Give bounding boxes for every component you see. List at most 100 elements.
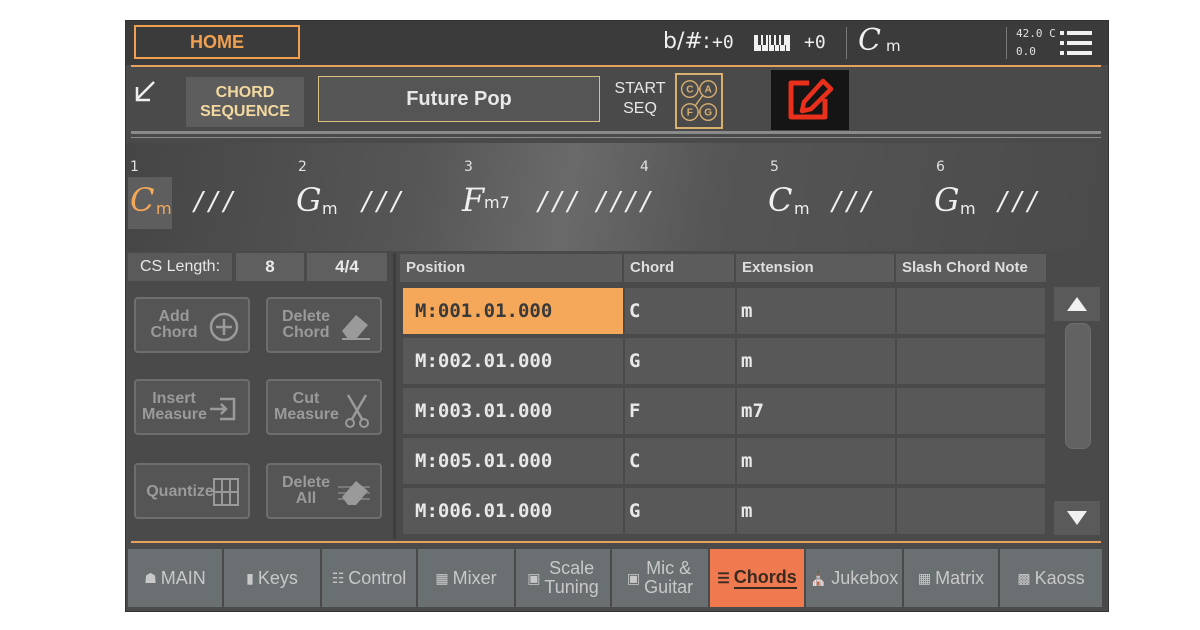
eraser-all-icon <box>338 481 370 505</box>
cell-extension[interactable]: m <box>736 287 896 335</box>
page-title-line1: CHORD <box>215 84 275 101</box>
tab-label: Jukebox <box>831 567 899 588</box>
insert-icon <box>210 397 236 421</box>
cell-chord[interactable]: C <box>624 287 736 335</box>
tab-scale-tuning[interactable]: ▣ Scale Tuning <box>516 549 612 607</box>
measure-number: 5 <box>770 159 779 175</box>
transpose-label: b/#: <box>663 29 711 54</box>
cell-position[interactable]: M:006.01.000 <box>402 487 624 535</box>
cell-chord[interactable]: G <box>624 337 736 385</box>
cut-measure-button[interactable]: Cut Measure <box>266 379 382 435</box>
strip-chord-root[interactable]: G <box>934 181 960 219</box>
strip-beat-slashes: /// <box>362 187 407 217</box>
tab-label: Mic & Guitar <box>644 559 693 597</box>
scissors-icon <box>345 394 369 428</box>
chords-icon: ☰ <box>717 569 730 586</box>
measure-number: 4 <box>640 159 649 175</box>
table-row[interactable]: M:001.01.000 C m <box>402 287 1046 335</box>
plus-circle-icon <box>209 312 239 342</box>
home-button[interactable]: HOME <box>134 25 300 59</box>
cell-extension[interactable]: m7 <box>736 387 896 435</box>
cell-position[interactable]: M:002.01.000 <box>402 337 624 385</box>
start-seq-button[interactable]: C A F G <box>675 73 723 129</box>
cell-position[interactable]: M:001.01.000 <box>402 287 624 335</box>
button-label: Chord <box>282 324 330 341</box>
tab-mic-guitar[interactable]: ▣ Mic & Guitar <box>612 549 710 607</box>
quantize-button[interactable]: Quantize <box>134 463 250 519</box>
tab-kaoss[interactable]: ▩ Kaoss <box>1000 549 1104 607</box>
cs-length-value[interactable]: 8 <box>236 253 304 281</box>
cell-slash-note[interactable] <box>896 387 1046 435</box>
header-divider <box>1006 27 1007 59</box>
edit-icon <box>788 78 834 120</box>
divider <box>131 137 1101 138</box>
table-row[interactable]: M:005.01.000 C m <box>402 437 1046 485</box>
strip-chord-root[interactable]: C <box>130 181 154 219</box>
meter-value[interactable]: 4/4 <box>307 253 387 281</box>
scroll-up-button[interactable] <box>1054 287 1100 321</box>
screen: HOME b/#: +0 +0 C m 42.0 C 0.0 CHORD SEQU… <box>125 20 1109 612</box>
tab-chords[interactable]: ☰ Chords <box>710 549 806 607</box>
grid-icon <box>213 478 239 506</box>
house-icon: ☗ <box>144 569 157 586</box>
triangle-down-icon <box>1067 511 1087 525</box>
start-seq-line2: SEQ <box>623 100 657 117</box>
cell-extension[interactable]: m <box>736 337 896 385</box>
tab-label-line2: Guitar <box>644 577 694 597</box>
strip-chord-root[interactable]: F <box>462 181 484 219</box>
cell-slash-note[interactable] <box>896 287 1046 335</box>
tab-label: Scale Tuning <box>544 559 598 597</box>
column-header-slash-chord-note[interactable]: Slash Chord Note <box>896 254 1046 282</box>
scroll-down-button[interactable] <box>1054 501 1100 535</box>
table-row[interactable]: M:006.01.000 G m <box>402 487 1046 535</box>
jukebox-icon: ⛪ <box>809 569 828 586</box>
sequence-name-field[interactable]: Future Pop <box>318 76 600 122</box>
back-arrow-icon[interactable] <box>132 79 158 105</box>
cell-chord[interactable]: G <box>624 487 736 535</box>
strip-chord-ext: m7 <box>484 193 510 212</box>
strip-chord-ext: m <box>794 199 810 218</box>
insert-measure-button[interactable]: Insert Measure <box>134 379 250 435</box>
measure-number: 3 <box>464 159 473 175</box>
measure-number: 6 <box>936 159 945 175</box>
seq-icon-letter-g: G <box>704 108 712 119</box>
tab-label: Kaoss <box>1034 567 1085 588</box>
cell-position[interactable]: M:003.01.000 <box>402 387 624 435</box>
scrollbar-thumb[interactable] <box>1065 323 1091 449</box>
delete-all-button[interactable]: Delete All <box>266 463 382 519</box>
tab-jukebox[interactable]: ⛪ Jukebox <box>806 549 904 607</box>
panel-divider <box>393 253 396 539</box>
cell-extension[interactable]: m <box>736 437 896 485</box>
footer-accent-line <box>131 541 1101 543</box>
tab-mixer[interactable]: ▦ Mixer <box>418 549 516 607</box>
strip-chord-root[interactable]: C <box>768 181 792 219</box>
cell-slash-note[interactable] <box>896 437 1046 485</box>
eraser-icon <box>342 315 370 340</box>
tab-control[interactable]: ☷ Control <box>322 549 418 607</box>
tab-label: Matrix <box>935 567 985 588</box>
cell-extension[interactable]: m <box>736 487 896 535</box>
tab-main[interactable]: ☗ MAIN <box>128 549 224 607</box>
cell-chord[interactable]: F <box>624 387 736 435</box>
column-header-position[interactable]: Position <box>400 254 622 282</box>
cell-position[interactable]: M:005.01.000 <box>402 437 624 485</box>
edit-button[interactable] <box>771 70 849 130</box>
tab-matrix[interactable]: ▦ Matrix <box>904 549 1000 607</box>
chord-strip[interactable]: 1 C m /// 2 G m /// 3 F m7 /// //// 4 5 … <box>126 143 1108 251</box>
menu-icon[interactable] <box>1060 29 1092 57</box>
add-chord-button[interactable]: Add Chord <box>134 297 250 353</box>
table-row[interactable]: M:002.01.000 G m <box>402 337 1046 385</box>
column-header-chord[interactable]: Chord <box>624 254 734 282</box>
table-row[interactable]: M:003.01.000 F m7 <box>402 387 1046 435</box>
page-title: CHORD SEQUENCE <box>186 77 304 127</box>
cell-slash-note[interactable] <box>896 487 1046 535</box>
octave-value[interactable]: +0 <box>804 32 826 53</box>
tab-keys[interactable]: ▮ Keys <box>224 549 322 607</box>
cell-slash-note[interactable] <box>896 337 1046 385</box>
column-header-extension[interactable]: Extension <box>736 254 894 282</box>
cell-chord[interactable]: C <box>624 437 736 485</box>
strip-chord-root[interactable]: G <box>296 181 322 219</box>
transpose-value[interactable]: +0 <box>712 32 734 53</box>
delete-chord-button[interactable]: Delete Chord <box>266 297 382 353</box>
tab-label: Mixer <box>452 567 497 588</box>
